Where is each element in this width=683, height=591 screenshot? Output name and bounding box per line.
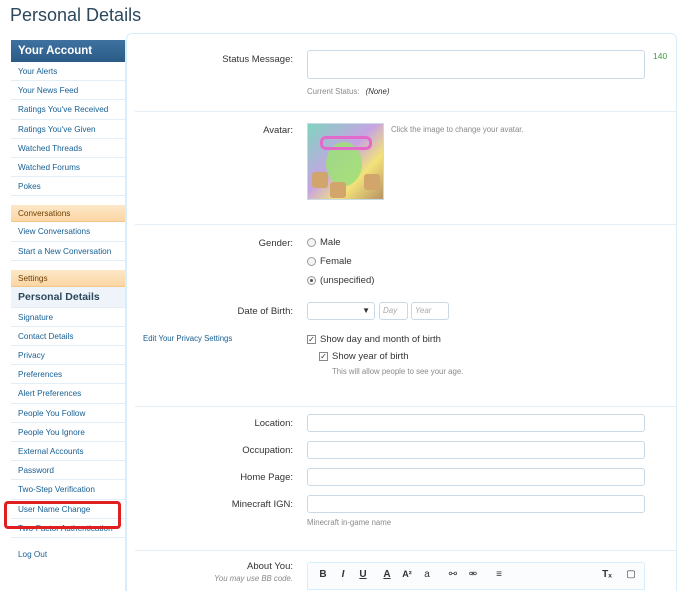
sidebar-item-log-out[interactable]: Log Out [11, 545, 125, 565]
dob-day-input[interactable]: Day [379, 302, 408, 320]
sidebar-item-personal-details[interactable]: Personal Details [11, 286, 125, 308]
about-you-label: About You: [247, 561, 293, 572]
underline-button[interactable]: U [356, 569, 370, 580]
font-color-button[interactable]: A [380, 569, 394, 580]
gender-option-female[interactable]: Female [307, 256, 352, 267]
link-icon[interactable]: ⚯ [446, 569, 460, 580]
gender-label: Gender: [258, 238, 293, 249]
checkbox-checked-icon[interactable]: ✓ [307, 335, 316, 344]
radio-female[interactable] [307, 257, 316, 266]
status-message-label: Status Message: [222, 54, 293, 65]
remove-format-icon[interactable]: Tₓ [600, 569, 614, 580]
sidebar-item-ratings-received[interactable]: Ratings You've Received [11, 100, 125, 120]
dob-label: Date of Birth: [237, 306, 293, 317]
sidebar-item-password[interactable]: Password [11, 461, 125, 481]
dob-month-select[interactable]: ▼ [307, 302, 375, 320]
page-title: Personal Details [10, 5, 142, 25]
sidebar-item-preferences[interactable]: Preferences [11, 365, 125, 385]
sidebar-item-external-accounts[interactable]: External Accounts [11, 442, 125, 462]
sidebar-item-pokes[interactable]: Pokes [11, 177, 125, 197]
minecraft-ign-input[interactable] [307, 495, 645, 513]
font-family-button[interactable]: a [420, 569, 434, 580]
sidebar-item-your-alerts[interactable]: Your Alerts [11, 62, 125, 82]
sidebar-item-start-conversation[interactable]: Start a New Conversation [11, 242, 125, 261]
sidebar-item-watched-threads[interactable]: Watched Threads [11, 139, 125, 158]
sidebar-section-settings: Settings [11, 269, 125, 287]
gender-option-male[interactable]: Male [307, 237, 341, 248]
radio-male[interactable] [307, 238, 316, 247]
sidebar-item-people-you-follow[interactable]: People You Follow [11, 404, 125, 423]
location-input[interactable] [307, 414, 645, 432]
homepage-input[interactable] [307, 468, 645, 486]
sidebar-item-privacy[interactable]: Privacy [11, 346, 125, 366]
sidebar-item-contact-details[interactable]: Contact Details [11, 327, 125, 347]
edit-privacy-settings-link[interactable]: Edit Your Privacy Settings [143, 334, 232, 343]
about-you-hint: You may use BB code. [214, 574, 293, 583]
homepage-label: Home Page: [240, 472, 293, 483]
sidebar-item-news-feed[interactable]: Your News Feed [11, 81, 125, 101]
occupation-label: Occupation: [242, 445, 293, 456]
sidebar-item-two-step-verification[interactable]: Two-Step Verification [11, 480, 125, 500]
highlight-box [4, 501, 121, 529]
current-status-value: (None) [365, 87, 390, 96]
italic-button[interactable]: I [336, 569, 350, 580]
sidebar-item-watched-forums[interactable]: Watched Forums [11, 158, 125, 178]
status-message-input[interactable] [307, 50, 645, 79]
minecraft-ign-label: Minecraft IGN: [231, 499, 293, 510]
dob-year-input[interactable]: Year [411, 302, 449, 320]
sidebar-section-conversations: Conversations [11, 205, 125, 223]
checkbox-checked-icon[interactable]: ✓ [319, 352, 328, 361]
gender-option-unspecified[interactable]: (unspecified) [307, 275, 374, 286]
bold-button[interactable]: B [316, 569, 330, 580]
avatar-hint: Click the image to change your avatar. [391, 125, 524, 134]
radio-unspecified[interactable] [307, 276, 316, 285]
show-day-month-checkbox[interactable]: ✓ Show day and month of birth [307, 334, 441, 345]
avatar-image[interactable] [307, 123, 384, 200]
occupation-input[interactable] [307, 441, 645, 459]
avatar-label: Avatar: [263, 125, 293, 136]
age-hint: This will allow people to see your age. [332, 367, 464, 376]
template-icon[interactable]: ▢ [624, 569, 638, 580]
sidebar-item-signature[interactable]: Signature [11, 308, 125, 327]
minecraft-ign-hint: Minecraft in-game name [307, 518, 392, 527]
sidebar-item-alert-preferences[interactable]: Alert Preferences [11, 384, 125, 404]
font-size-button[interactable]: A² [400, 569, 414, 579]
personal-details-form: Status Message: 140 Current Status: (Non… [126, 33, 677, 591]
show-year-checkbox[interactable]: ✓ Show year of birth [319, 351, 409, 362]
status-char-counter: 140 [653, 51, 668, 61]
align-icon[interactable]: ≡ [492, 569, 506, 580]
sidebar-item-view-conversations[interactable]: View Conversations [11, 222, 125, 242]
chevron-down-icon: ▼ [362, 306, 370, 315]
unlink-icon[interactable]: ⚮ [466, 569, 480, 580]
current-status-label: Current Status: [307, 87, 360, 96]
sidebar-header-your-account[interactable]: Your Account [11, 40, 125, 62]
sidebar-item-ratings-given[interactable]: Ratings You've Given [11, 120, 125, 139]
bbcode-toolbar: B I U A A² a ⚯ ⚮ ≡ Tₓ ▢ [307, 562, 645, 590]
sidebar-item-people-you-ignore[interactable]: People You Ignore [11, 423, 125, 442]
location-label: Location: [254, 418, 293, 429]
